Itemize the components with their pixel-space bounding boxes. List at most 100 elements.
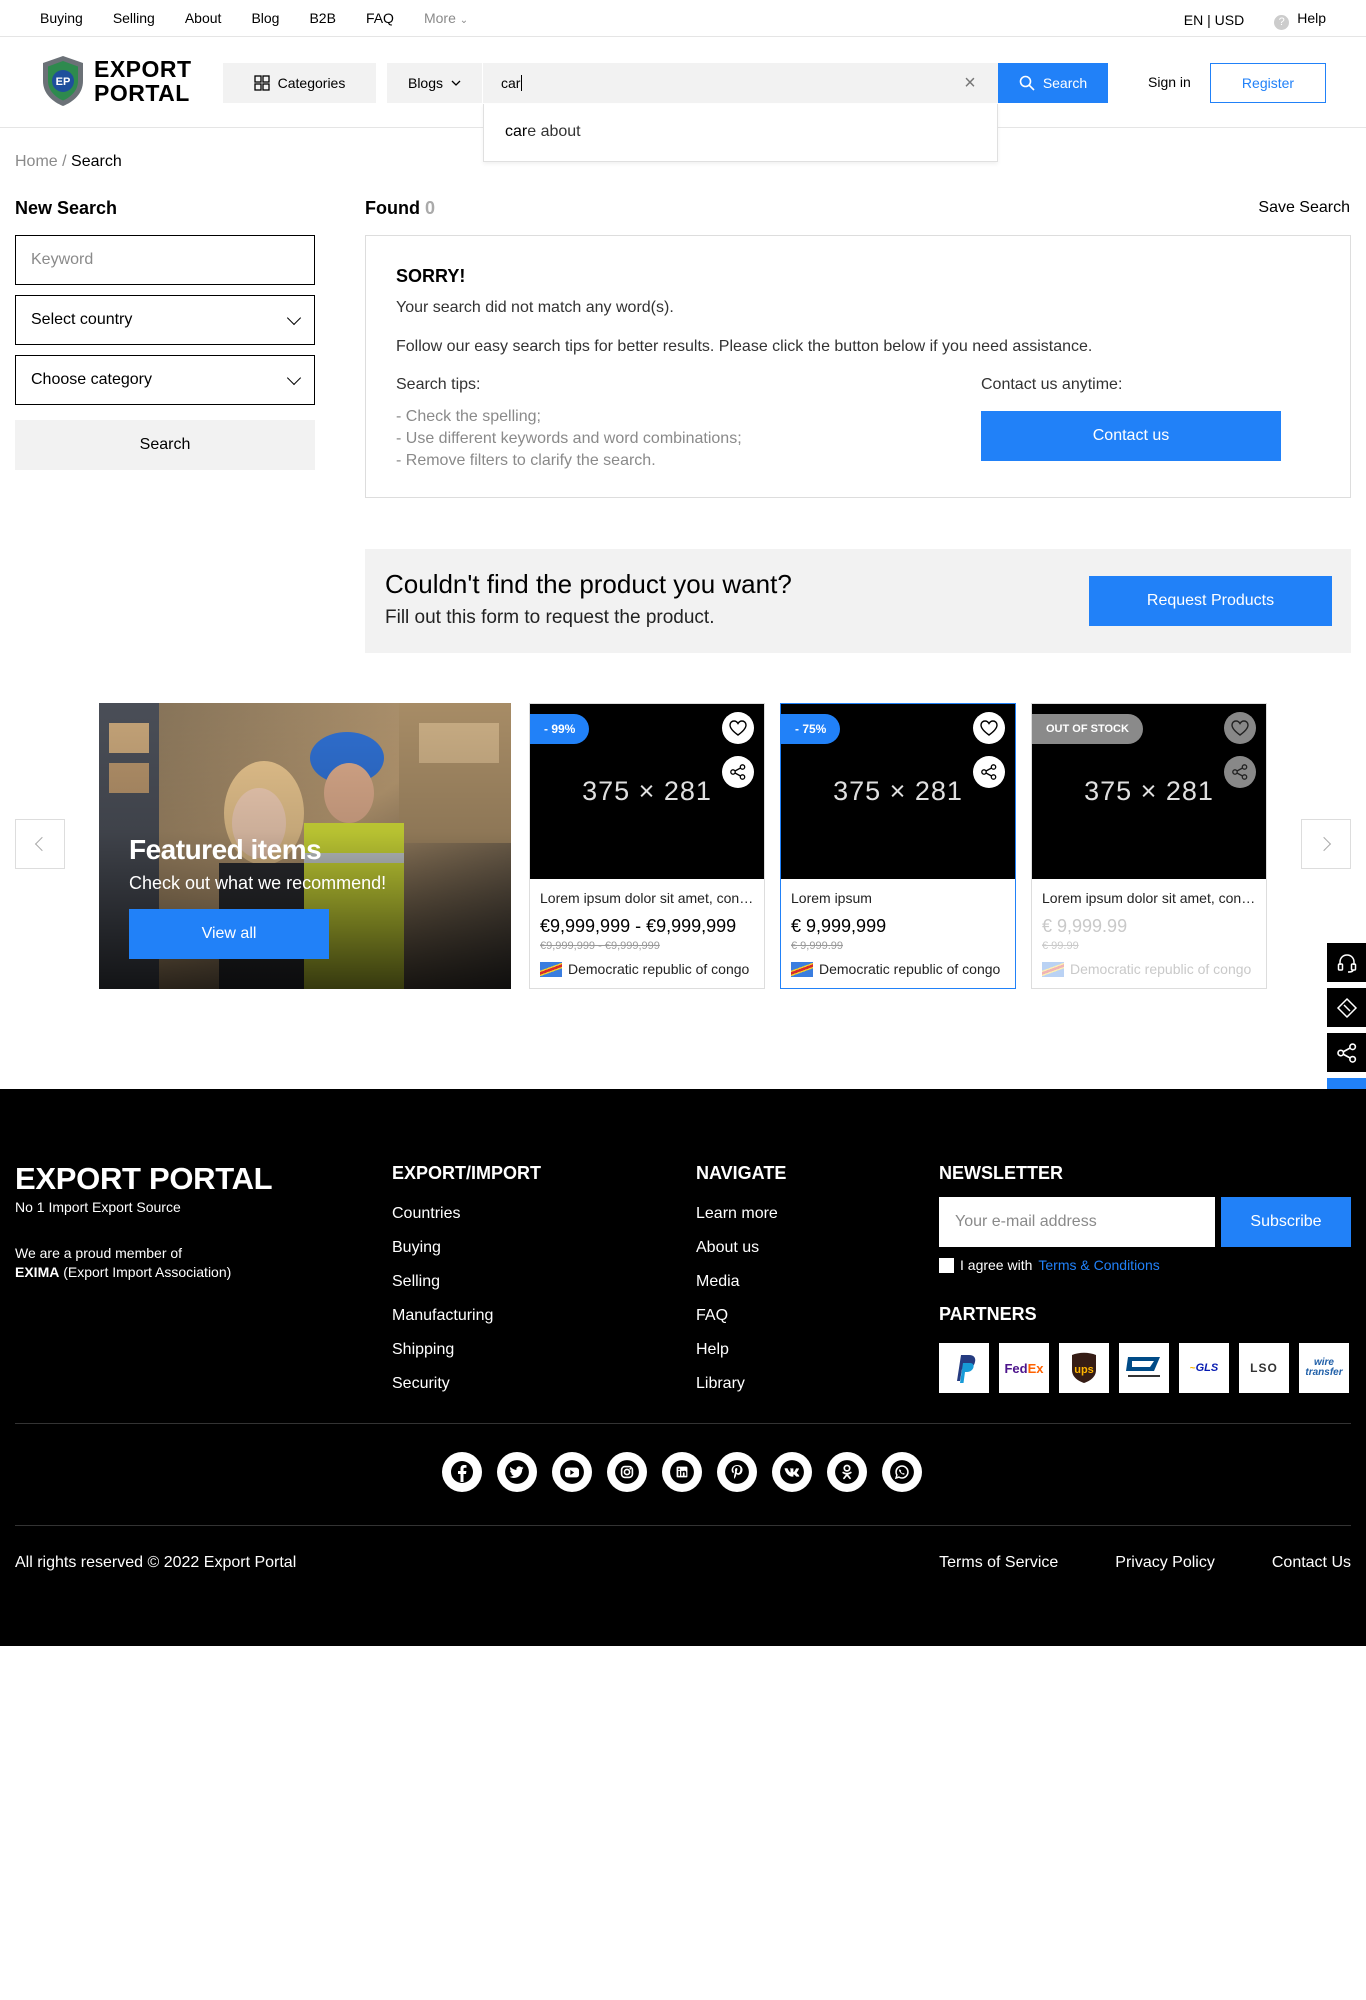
discount-badge: - 99%: [530, 714, 590, 744]
vk-icon[interactable]: [772, 1452, 812, 1492]
footer-membership: We are a proud member of EXIMA (Export I…: [15, 1244, 231, 1282]
carousel-prev-button[interactable]: [15, 819, 65, 869]
category-select[interactable]: Choose category: [15, 355, 315, 405]
breadcrumb: Home / Search: [15, 153, 122, 171]
youtube-icon[interactable]: [552, 1452, 592, 1492]
wire-transfer-logo: wire transfer: [1299, 1343, 1349, 1393]
terms-checkbox[interactable]: [939, 1257, 954, 1273]
social-links: [442, 1452, 922, 1492]
favorite-heart-icon[interactable]: [1224, 712, 1256, 744]
footer-link-buying[interactable]: Buying: [392, 1231, 493, 1265]
nav-buying[interactable]: Buying: [40, 10, 83, 26]
odnoklassniki-icon[interactable]: [827, 1452, 867, 1492]
membership-line-2: EXIMA (Export Import Association): [15, 1263, 231, 1282]
nav-about[interactable]: About: [185, 10, 222, 26]
left-search-button[interactable]: Search: [15, 420, 315, 470]
flag-icon: [791, 961, 813, 977]
nav-b2b[interactable]: B2B: [309, 10, 335, 26]
clear-search-icon[interactable]: ×: [962, 73, 978, 93]
support-headset-icon[interactable]: [1327, 943, 1366, 982]
exima-link[interactable]: EXIMA: [15, 1264, 59, 1280]
share-icon[interactable]: [973, 756, 1005, 788]
footer-link-countries[interactable]: Countries: [392, 1197, 493, 1231]
terms-conditions-link[interactable]: Terms & Conditions: [1038, 1257, 1159, 1273]
nav-selling[interactable]: Selling: [113, 10, 155, 26]
search-input[interactable]: car: [483, 63, 998, 103]
top-nav: Buying Selling About Blog B2B FAQ More ⌄: [40, 10, 468, 26]
ticket-icon[interactable]: [1327, 988, 1366, 1027]
save-search-link[interactable]: Save Search: [1258, 199, 1350, 217]
footer-divider: [15, 1423, 1351, 1424]
breadcrumb-home[interactable]: Home: [15, 153, 58, 170]
linkedin-icon[interactable]: [662, 1452, 702, 1492]
product-card[interactable]: 375 × 281 - 75% Lorem ipsum € 9,999,999 …: [780, 703, 1016, 989]
category-select-value: Choose category: [31, 371, 152, 388]
product-old-price: €9,999,999 - €9,999,999: [540, 940, 660, 952]
nav-blog[interactable]: Blog: [251, 10, 279, 26]
country-select[interactable]: Select country: [15, 295, 315, 345]
breadcrumb-separator: /: [57, 153, 72, 170]
footer-link-about-us[interactable]: About us: [696, 1231, 778, 1265]
product-old-price: € 9,999.99: [791, 940, 843, 952]
footer-link-shipping[interactable]: Shipping: [392, 1333, 493, 1367]
instagram-icon[interactable]: [607, 1452, 647, 1492]
newsletter-email-input[interactable]: Your e-mail address: [939, 1197, 1215, 1247]
favorite-heart-icon[interactable]: [973, 712, 1005, 744]
footer-link-library[interactable]: Library: [696, 1367, 778, 1401]
search-tip: - Check the spelling;: [396, 408, 541, 425]
agree-label: I agree with: [960, 1257, 1033, 1273]
language-currency-selector[interactable]: EN | USD: [1184, 12, 1244, 28]
footer-link-faq[interactable]: FAQ: [696, 1299, 778, 1333]
contact-us-link[interactable]: Contact Us: [1272, 1554, 1351, 1572]
pinterest-icon[interactable]: [717, 1452, 757, 1492]
view-all-button[interactable]: View all: [129, 909, 329, 959]
blogs-dropdown[interactable]: Blogs: [387, 63, 482, 103]
footer-link-media[interactable]: Media: [696, 1265, 778, 1299]
product-country: Democratic republic of congo: [791, 961, 1000, 977]
whatsapp-icon[interactable]: [882, 1452, 922, 1492]
register-button[interactable]: Register: [1210, 63, 1326, 103]
discount-badge: - 75%: [781, 714, 841, 744]
navigate-links: Learn more About us Media FAQ Help Libra…: [696, 1197, 778, 1401]
help-link[interactable]: ? Help: [1274, 10, 1326, 30]
copyright: All rights reserved © 2022 Export Portal: [15, 1554, 297, 1571]
contact-us-button[interactable]: Contact us: [981, 411, 1281, 461]
product-card[interactable]: 375 × 281 - 99% Lorem ipsum dolor sit am…: [529, 703, 765, 989]
product-card[interactable]: 375 × 281 OUT OF STOCK Lorem ipsum dolor…: [1031, 703, 1267, 989]
categories-button[interactable]: Categories: [223, 63, 376, 103]
sign-in-link[interactable]: Sign in: [1148, 74, 1191, 90]
terms-of-service-link[interactable]: Terms of Service: [939, 1554, 1058, 1572]
suggestion-rest: e about: [527, 123, 581, 140]
logo[interactable]: EP EXPORT PORTAL: [40, 54, 192, 108]
share-icon[interactable]: [1224, 756, 1256, 788]
keyword-input[interactable]: Keyword: [15, 235, 315, 285]
usps-logo: [1119, 1343, 1169, 1393]
keyword-placeholder: Keyword: [31, 251, 94, 268]
footer-link-learn-more[interactable]: Learn more: [696, 1197, 778, 1231]
share-icon[interactable]: [1327, 1033, 1366, 1072]
search-button-label: Search: [1042, 75, 1088, 91]
nav-more[interactable]: More ⌄: [424, 10, 468, 26]
carousel-next-button[interactable]: [1301, 819, 1351, 869]
facebook-icon[interactable]: [442, 1452, 482, 1492]
footer-link-selling[interactable]: Selling: [392, 1265, 493, 1299]
subscribe-button[interactable]: Subscribe: [1221, 1197, 1351, 1247]
logo-shield-icon: EP: [43, 56, 83, 106]
search-suggestion[interactable]: care about: [483, 104, 998, 162]
footer-link-help[interactable]: Help: [696, 1333, 778, 1367]
request-products-button[interactable]: Request Products: [1089, 576, 1332, 626]
sorry-line-2: Follow our easy search tips for better r…: [396, 338, 1093, 355]
search-input-value: car: [501, 75, 521, 91]
share-icon[interactable]: [722, 756, 754, 788]
nav-faq[interactable]: FAQ: [366, 10, 394, 26]
partners-logos: Fed Ex ups ~ GLS LSO wire transfer: [939, 1343, 1349, 1393]
search-button[interactable]: Search: [998, 63, 1108, 103]
chevron-down-icon: [286, 370, 302, 385]
sorry-line-1: Your search did not match any word(s).: [396, 299, 674, 316]
favorite-heart-icon[interactable]: [722, 712, 754, 744]
twitter-icon[interactable]: [497, 1452, 537, 1492]
footer-link-security[interactable]: Security: [392, 1367, 493, 1401]
footer-link-manufacturing[interactable]: Manufacturing: [392, 1299, 493, 1333]
request-products-panel: Couldn't find the product you want? Fill…: [365, 549, 1351, 653]
privacy-policy-link[interactable]: Privacy Policy: [1115, 1554, 1215, 1572]
